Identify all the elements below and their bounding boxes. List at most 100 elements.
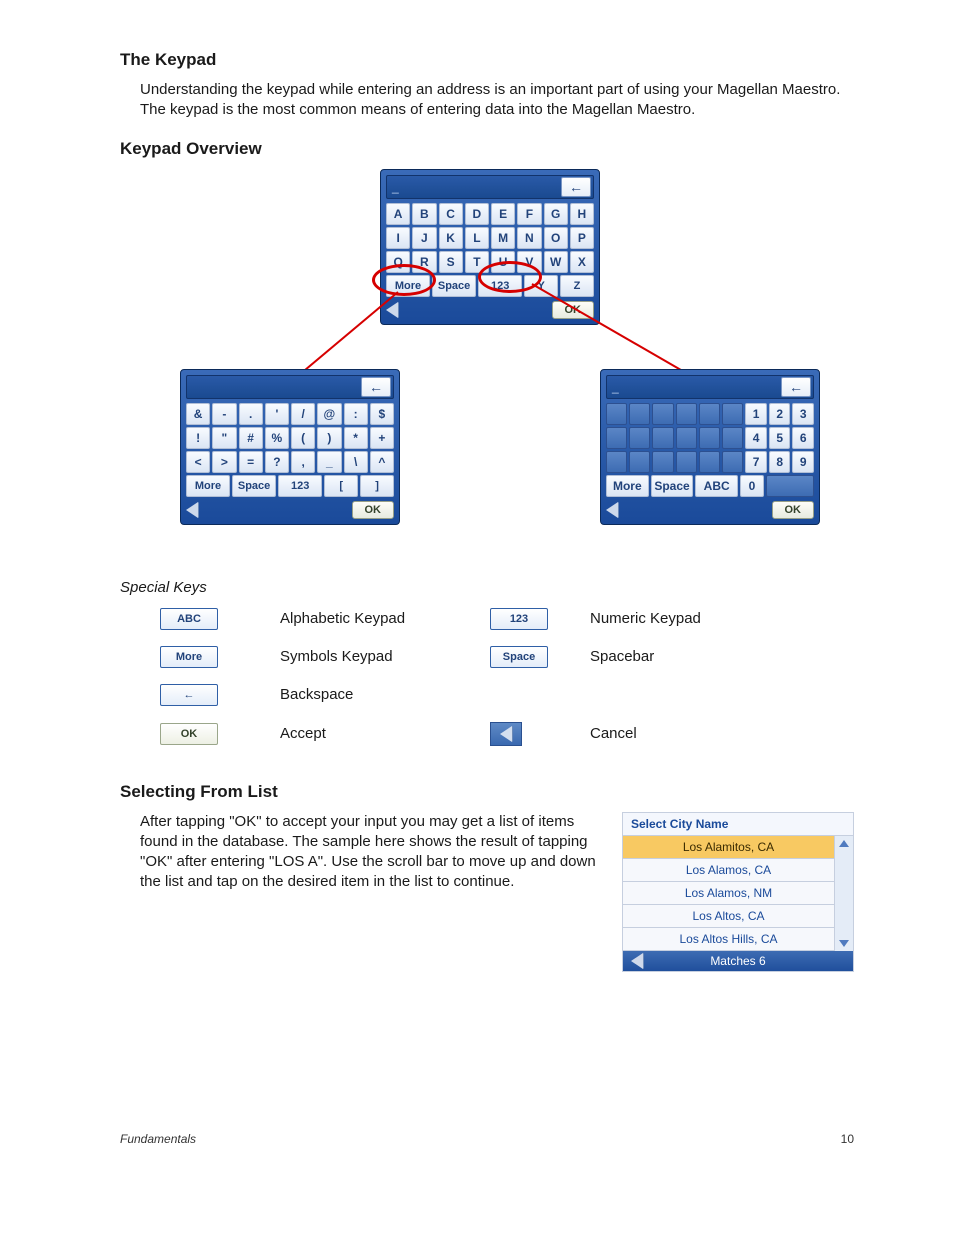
zero-key[interactable]: 0: [740, 475, 764, 497]
sym-key[interactable]: +: [370, 427, 394, 449]
sym-key[interactable]: .: [239, 403, 263, 425]
key-p[interactable]: P: [570, 227, 594, 249]
key-s[interactable]: S: [439, 251, 463, 273]
list-item[interactable]: Los Altos, CA: [623, 905, 834, 928]
backspace-key[interactable]: ←: [561, 177, 591, 197]
space-button[interactable]: Space: [490, 646, 548, 668]
key-l[interactable]: L: [465, 227, 489, 249]
key-r[interactable]: R: [412, 251, 436, 273]
cancel-icon[interactable]: [186, 502, 198, 518]
list-item[interactable]: Los Alamitos, CA: [623, 836, 834, 859]
blank-key: [606, 427, 627, 449]
key-d[interactable]: D: [465, 203, 489, 225]
more-key[interactable]: More: [186, 475, 230, 497]
key-5[interactable]: 5: [769, 427, 791, 449]
cancel-icon[interactable]: [386, 302, 398, 318]
sym-key[interactable]: -: [212, 403, 236, 425]
backspace-key[interactable]: ←: [781, 377, 811, 397]
sym-key[interactable]: ': [265, 403, 289, 425]
key-g[interactable]: G: [544, 203, 568, 225]
key-o[interactable]: O: [544, 227, 568, 249]
key-1[interactable]: 1: [745, 403, 767, 425]
key-v[interactable]: V: [517, 251, 541, 273]
key-2[interactable]: 2: [769, 403, 791, 425]
ok-button-sm[interactable]: OK: [160, 723, 218, 745]
key-e[interactable]: E: [491, 203, 515, 225]
rbracket-key[interactable]: ]: [360, 475, 394, 497]
sym-key[interactable]: @: [317, 403, 341, 425]
space-key[interactable]: Space: [651, 475, 694, 497]
y-key[interactable]: Y: [524, 275, 558, 297]
key-6[interactable]: 6: [792, 427, 814, 449]
123-button[interactable]: 123: [490, 608, 548, 630]
ok-button[interactable]: OK: [352, 501, 395, 519]
scrollbar[interactable]: [834, 836, 853, 951]
sym-key[interactable]: <: [186, 451, 210, 473]
sym-key[interactable]: _: [317, 451, 341, 473]
ok-button[interactable]: OK: [772, 501, 815, 519]
key-q[interactable]: Q: [386, 251, 410, 273]
sym-key[interactable]: %: [265, 427, 289, 449]
blank-key: [652, 451, 673, 473]
sym-key[interactable]: /: [291, 403, 315, 425]
key-u[interactable]: U: [491, 251, 515, 273]
key-f[interactable]: F: [517, 203, 541, 225]
abc-button[interactable]: ABC: [160, 608, 218, 630]
scroll-up-icon[interactable]: [839, 840, 849, 847]
sym-key[interactable]: ?: [265, 451, 289, 473]
key-b[interactable]: B: [412, 203, 436, 225]
sym-key[interactable]: !: [186, 427, 210, 449]
key-k[interactable]: K: [439, 227, 463, 249]
cancel-icon[interactable]: [606, 502, 618, 518]
space-key[interactable]: Space: [432, 275, 476, 297]
backspace-button[interactable]: ←: [160, 684, 218, 706]
ok-button[interactable]: OK: [552, 301, 595, 319]
sym-key[interactable]: ": [212, 427, 236, 449]
more-key[interactable]: More: [386, 275, 430, 297]
blank-key: [606, 403, 627, 425]
backspace-key[interactable]: ←: [361, 377, 391, 397]
sym-key[interactable]: ^: [370, 451, 394, 473]
key-7[interactable]: 7: [745, 451, 767, 473]
key-n[interactable]: N: [517, 227, 541, 249]
list-item[interactable]: Los Alamos, CA: [623, 859, 834, 882]
sym-key[interactable]: $: [370, 403, 394, 425]
lbracket-key[interactable]: [: [324, 475, 358, 497]
key-3[interactable]: 3: [792, 403, 814, 425]
list-item[interactable]: Los Alamos, NM: [623, 882, 834, 905]
key-9[interactable]: 9: [792, 451, 814, 473]
key-x[interactable]: X: [570, 251, 594, 273]
sym-key[interactable]: =: [239, 451, 263, 473]
sym-key[interactable]: *: [344, 427, 368, 449]
sym-key[interactable]: >: [212, 451, 236, 473]
key-c[interactable]: C: [439, 203, 463, 225]
z-key[interactable]: Z: [560, 275, 594, 297]
sym-key[interactable]: ): [317, 427, 341, 449]
scroll-down-icon[interactable]: [839, 940, 849, 947]
num-key[interactable]: 123: [478, 275, 522, 297]
more-key[interactable]: More: [606, 475, 649, 497]
sym-key[interactable]: :: [344, 403, 368, 425]
sym-key[interactable]: \: [344, 451, 368, 473]
sym-key[interactable]: &: [186, 403, 210, 425]
key-a[interactable]: A: [386, 203, 410, 225]
back-arrow-icon[interactable]: [631, 953, 643, 969]
key-h[interactable]: H: [570, 203, 594, 225]
more-button[interactable]: More: [160, 646, 218, 668]
key-i[interactable]: I: [386, 227, 410, 249]
blank-key: [676, 403, 697, 425]
sym-key[interactable]: #: [239, 427, 263, 449]
list-item[interactable]: Los Altos Hills, CA: [623, 928, 834, 951]
key-j[interactable]: J: [412, 227, 436, 249]
key-8[interactable]: 8: [769, 451, 791, 473]
key-4[interactable]: 4: [745, 427, 767, 449]
key-w[interactable]: W: [544, 251, 568, 273]
key-m[interactable]: M: [491, 227, 515, 249]
abc-key[interactable]: ABC: [695, 475, 738, 497]
num-key[interactable]: 123: [278, 475, 322, 497]
sym-key[interactable]: (: [291, 427, 315, 449]
sym-key[interactable]: ,: [291, 451, 315, 473]
key-t[interactable]: T: [465, 251, 489, 273]
space-key[interactable]: Space: [232, 475, 276, 497]
cancel-button-sm[interactable]: [490, 722, 522, 746]
